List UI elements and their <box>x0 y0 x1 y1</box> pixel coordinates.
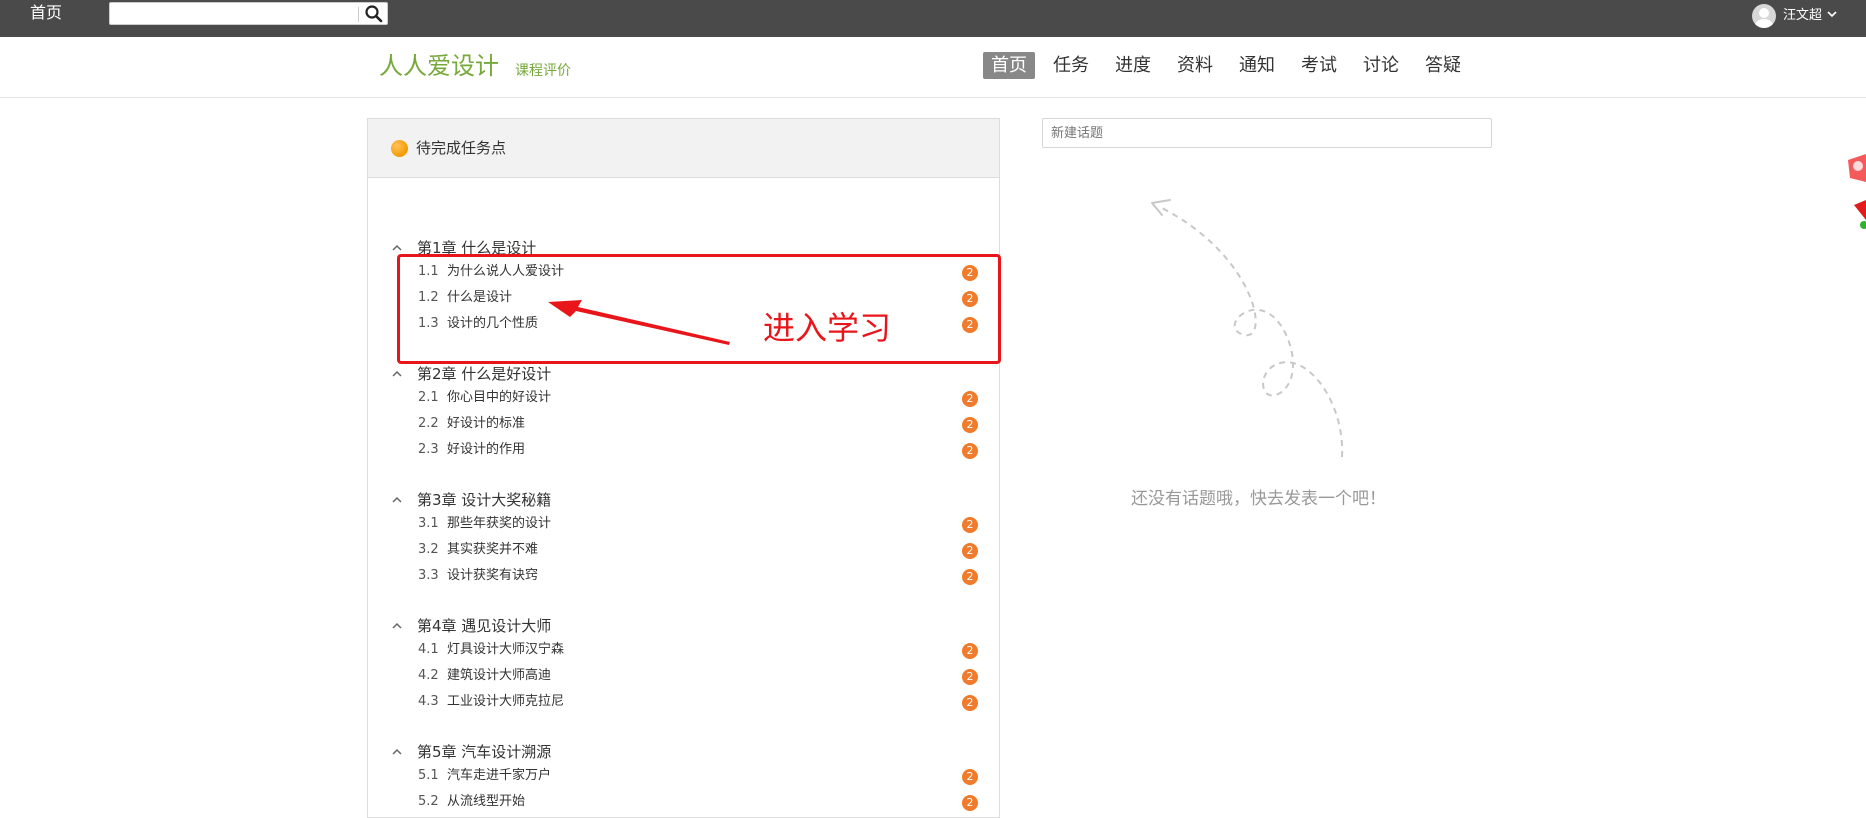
task-count-badge: 2 <box>962 443 978 459</box>
nav-qa[interactable]: 答疑 <box>1418 52 1468 79</box>
nav-exams[interactable]: 考试 <box>1294 52 1344 79</box>
section-2-2[interactable]: 2.2 好设计的标准 2 <box>418 413 978 435</box>
section-number: 5.2 <box>418 794 439 809</box>
section-title: 好设计的作用 <box>447 442 526 457</box>
section-number: 3.1 <box>418 516 439 531</box>
chevron-up-icon <box>392 622 402 629</box>
nav-materials[interactable]: 资料 <box>1170 52 1220 79</box>
course-evaluation-link[interactable]: 课程评价 <box>515 61 571 81</box>
nav-home[interactable]: 首页 <box>983 52 1035 79</box>
section-title: 从流线型开始 <box>447 794 526 809</box>
task-count-badge: 2 <box>962 643 978 659</box>
section-title: 建筑设计大师高迪 <box>447 668 552 683</box>
task-count-badge: 2 <box>962 669 978 685</box>
section-4-2[interactable]: 4.2 建筑设计大师高迪 2 <box>418 665 978 687</box>
section-5-1[interactable]: 5.1 汽车走进千家万户 2 <box>418 765 978 787</box>
chevron-up-icon <box>392 496 402 503</box>
tasks-panel-title: 待完成任务点 <box>416 139 507 157</box>
section-title: 那些年获奖的设计 <box>447 516 552 531</box>
search-divider <box>358 7 359 22</box>
chapter-label: 第3章 设计大奖秘籍 <box>417 491 552 509</box>
empty-discussion-text: 还没有话题哦，快去发表一个吧！ <box>1131 489 1386 509</box>
search-input[interactable] <box>114 5 358 22</box>
top-home-link[interactable]: 首页 <box>30 2 62 24</box>
avatar-icon <box>1752 4 1776 28</box>
search-icon[interactable] <box>363 4 385 23</box>
floating-widget-icon[interactable] <box>1836 150 1866 230</box>
nav-notices[interactable]: 通知 <box>1232 52 1282 79</box>
section-4-1[interactable]: 4.1 灯具设计大师汉宁森 2 <box>418 639 978 661</box>
section-2-1[interactable]: 2.1 你心目中的好设计 2 <box>418 387 978 409</box>
task-count-badge: 2 <box>962 543 978 559</box>
section-number: 4.1 <box>418 642 439 657</box>
section-number: 4.3 <box>418 694 439 709</box>
top-bar: 首页 汪文超 <box>0 0 1866 37</box>
section-title: 灯具设计大师汉宁森 <box>447 642 565 657</box>
section-3-3[interactable]: 3.3 设计获奖有诀窍 2 <box>418 565 978 587</box>
section-5-2[interactable]: 5.2 从流线型开始 2 <box>418 791 978 813</box>
section-title: 你心目中的好设计 <box>447 390 552 405</box>
nav-tasks[interactable]: 任务 <box>1046 52 1096 79</box>
task-count-badge: 2 <box>962 569 978 585</box>
task-count-badge: 2 <box>962 417 978 433</box>
section-number: 2.2 <box>418 416 439 431</box>
section-title: 好设计的标准 <box>447 416 526 431</box>
section-number: 2.1 <box>418 390 439 405</box>
annotation-text: 进入学习 <box>763 309 892 347</box>
course-logo[interactable]: 人人爱设计 <box>379 51 499 81</box>
task-count-badge: 2 <box>962 391 978 407</box>
task-count-badge: 2 <box>962 695 978 711</box>
section-number: 3.3 <box>418 568 439 583</box>
tasks-panel-header: 待完成任务点 <box>368 119 999 178</box>
section-number: 5.1 <box>418 768 439 783</box>
section-title: 其实获奖并不难 <box>447 542 539 557</box>
caret-down-icon <box>1827 11 1837 18</box>
chapter-label: 第4章 遇见设计大师 <box>417 617 552 635</box>
chevron-up-icon <box>392 748 402 755</box>
site-header: 人人爱设计 课程评价 首页 任务 进度 资料 通知 考试 讨论 答疑 <box>0 37 1866 98</box>
section-title: 汽车走进千家万户 <box>447 768 552 783</box>
status-dot-icon <box>391 140 408 157</box>
user-name: 汪文超 <box>1783 8 1823 23</box>
section-number: 2.3 <box>418 442 439 457</box>
dashed-arrow-illustration <box>1151 199 1344 458</box>
chevron-up-icon <box>392 370 402 377</box>
arrow-icon <box>548 300 730 345</box>
nav-progress[interactable]: 进度 <box>1108 52 1158 79</box>
section-3-1[interactable]: 3.1 那些年获奖的设计 2 <box>418 513 978 535</box>
section-4-3[interactable]: 4.3 工业设计大师克拉尼 2 <box>418 691 978 713</box>
section-number: 3.2 <box>418 542 439 557</box>
search-box <box>109 2 388 25</box>
new-topic-input[interactable] <box>1042 118 1492 148</box>
nav-discussion[interactable]: 讨论 <box>1356 52 1406 79</box>
chapter-label: 第2章 什么是好设计 <box>417 365 552 383</box>
section-title: 设计获奖有诀窍 <box>447 568 539 583</box>
task-count-badge: 2 <box>962 769 978 785</box>
tasks-panel: 待完成任务点 第1章 什么是设计 1.1 为什么说人人爱设计 2 1.2 什么是… <box>367 118 1000 818</box>
section-title: 工业设计大师克拉尼 <box>447 694 565 709</box>
chapter-label: 第5章 汽车设计溯源 <box>417 743 552 761</box>
section-2-3[interactable]: 2.3 好设计的作用 2 <box>418 439 978 461</box>
section-number: 4.2 <box>418 668 439 683</box>
section-3-2[interactable]: 3.2 其实获奖并不难 2 <box>418 539 978 561</box>
chevron-up-icon <box>392 244 402 251</box>
task-count-badge: 2 <box>962 795 978 811</box>
task-count-badge: 2 <box>962 517 978 533</box>
